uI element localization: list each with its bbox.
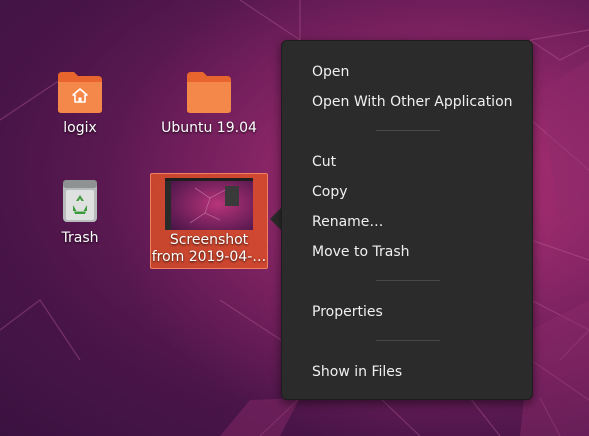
menu-separator — [376, 280, 440, 281]
desktop-icon-ubuntu-folder[interactable]: Ubuntu 19.04 — [151, 70, 267, 137]
screenshot-thumbnail — [165, 178, 253, 230]
label-line-1: Screenshot — [169, 232, 249, 248]
desktop-icon-label: Ubuntu 19.04 — [161, 120, 257, 136]
context-menu: Open Open With Other Application Cut Cop… — [281, 40, 533, 400]
menu-item-open[interactable]: Open — [312, 62, 349, 82]
desktop-icon-trash[interactable]: Trash — [22, 178, 138, 247]
menu-item-open-with-other-application[interactable]: Open With Other Application — [312, 92, 513, 112]
menu-item-copy[interactable]: Copy — [312, 182, 348, 202]
menu-item-show-in-files[interactable]: Show in Files — [312, 362, 402, 382]
home-folder-icon — [58, 72, 102, 113]
desktop-icon-label: Screenshot from 2019-04-… — [151, 232, 267, 266]
menu-separator — [376, 340, 440, 341]
folder-icon — [187, 72, 231, 113]
menu-item-properties[interactable]: Properties — [312, 302, 383, 322]
menu-item-cut[interactable]: Cut — [312, 152, 336, 172]
menu-separator — [376, 130, 440, 131]
menu-item-rename[interactable]: Rename… — [312, 212, 383, 232]
menu-item-move-to-trash[interactable]: Move to Trash — [312, 242, 410, 262]
desktop-icon-logix[interactable]: logix — [22, 70, 138, 137]
desktop-icon-label: logix — [63, 120, 97, 136]
desktop-icon-label: Trash — [61, 230, 99, 246]
label-line-2: from 2019-04-… — [151, 249, 267, 265]
desktop-icon-screenshot[interactable]: Screenshot from 2019-04-… — [150, 173, 268, 269]
trash-icon — [63, 180, 97, 222]
